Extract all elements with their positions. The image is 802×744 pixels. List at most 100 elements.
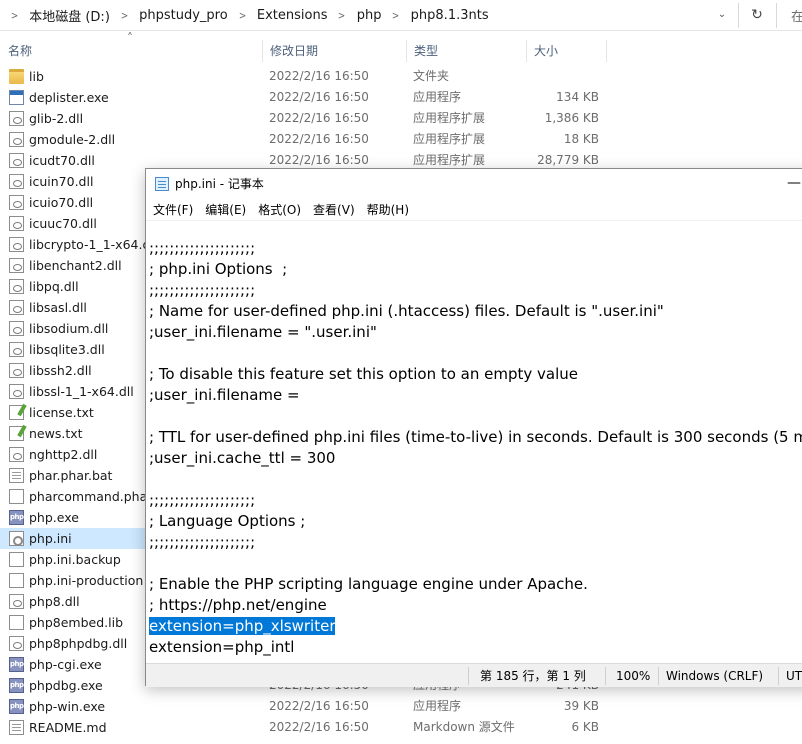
text-line[interactable]: ; Language Options ; [149, 511, 802, 532]
file-name[interactable]: README.md [29, 717, 257, 738]
file-row[interactable]: README.md 2022/2/16 16:50 Markdown 源文件 6 KB [0, 717, 802, 738]
text-line-content: ; Enable the PHP scripting language engi… [149, 575, 588, 593]
file-type: 文件夹 [413, 69, 450, 83]
text-line-content: ; php.ini Options ; [149, 260, 288, 278]
dll-icon [9, 195, 24, 210]
notepad-app-icon[interactable] [155, 177, 169, 191]
minimize-button[interactable]: — [774, 169, 802, 200]
notepad-file-icon [9, 405, 24, 420]
chevron-right-icon[interactable]: > [234, 9, 251, 22]
text-editor-area[interactable]: ;;;;;;;;;;;;;;;;;;;;; ; php.ini Options ;… [146, 221, 802, 663]
selected-text-line[interactable]: extension=php_xlswriter [149, 616, 802, 637]
dll-icon [9, 279, 24, 294]
menu-edit[interactable]: 编辑(E) [200, 200, 251, 220]
text-line-content: extension=php_xlswriter [149, 617, 336, 635]
chevron-right-icon[interactable]: > [116, 9, 133, 22]
file-type: 应用程序扩展 [413, 111, 486, 125]
file-row[interactable]: php php-win.exe 2022/2/16 16:50 应用程序 39 KB [0, 696, 802, 717]
address-bar[interactable]: > 本地磁盘 (D:) > phpstudy_pro > Extensions … [0, 0, 802, 31]
markdown-file-icon [9, 720, 24, 735]
text-content[interactable]: ;;;;;;;;;;;;;;;;;;;;; ; php.ini Options ;… [149, 238, 802, 658]
text-line-content: ; To disable this feature set this optio… [149, 365, 579, 383]
text-line[interactable] [149, 469, 802, 490]
text-line[interactable]: ;user_ini.filename = [149, 385, 802, 406]
column-header-size[interactable]: 大小 [526, 38, 606, 64]
folder-icon [9, 69, 24, 84]
dll-icon [9, 132, 24, 147]
text-line[interactable] [149, 343, 802, 364]
menu-view[interactable]: 查看(V) [308, 200, 360, 220]
search-input[interactable]: 在 [791, 6, 802, 25]
file-name[interactable]: glib-2.dll [29, 108, 257, 129]
file-row[interactable]: deplister.exe 2022/2/16 16:50 应用程序 134 KB [0, 87, 802, 108]
text-line[interactable]: ;user_ini.filename = ".user.ini" [149, 322, 802, 343]
file-row[interactable]: gmodule-2.dll 2022/2/16 16:50 应用程序扩展 18 KB [0, 129, 802, 150]
bat-icon [9, 468, 24, 483]
text-line[interactable]: ; php.ini Options ; [149, 259, 802, 280]
chevron-right-icon[interactable]: > [334, 9, 351, 22]
breadcrumb-item-extensions[interactable]: Extensions [253, 8, 332, 23]
file-type: 应用程序扩展 [413, 132, 486, 146]
refresh-icon[interactable]: ↻ [746, 4, 768, 26]
file-modified-date: 2022/2/16 16:50 [269, 699, 369, 713]
chevron-right-icon[interactable]: > [6, 9, 23, 22]
file-row[interactable]: glib-2.dll 2022/2/16 16:50 应用程序扩展 1,386 KB [0, 108, 802, 129]
text-line[interactable]: ; https://php.net/engine [149, 595, 802, 616]
breadcrumb-item-php813nts[interactable]: php8.1.3nts [407, 8, 493, 23]
text-line-content: ;;;;;;;;;;;;;;;;;;;;; [149, 491, 256, 509]
menu-bar: 文件(F) 编辑(E) 格式(O) 查看(V) 帮助(H) [146, 200, 802, 220]
php-icon: php [9, 699, 24, 714]
menu-help[interactable]: 帮助(H) [362, 200, 414, 220]
text-line-content: ;user_ini.filename = ".user.ini" [149, 323, 377, 341]
column-header-type[interactable]: 类型 [406, 38, 526, 64]
breadcrumb-item-drive[interactable]: 本地磁盘 (D:) [25, 6, 114, 25]
column-header-row: ˄ 名称 修改日期 类型 大小 [0, 31, 802, 64]
text-line-content: ; Language Options ; [149, 512, 306, 530]
chevron-down-icon[interactable]: ⌄ [714, 7, 730, 23]
text-line[interactable]: ; TTL for user-defined php.ini files (ti… [149, 427, 802, 448]
notepad-window[interactable]: php.ini - 记事本 — 文件(F) 编辑(E) 格式(O) 查看(V) … [145, 168, 802, 687]
title-bar[interactable]: php.ini - 记事本 — [146, 169, 802, 200]
file-modified-date: 2022/2/16 16:50 [269, 69, 369, 83]
text-line[interactable]: ;user_ini.cache_ttl = 300 [149, 448, 802, 469]
text-line-content: ; https://php.net/engine [149, 596, 327, 614]
text-line[interactable]: ;;;;;;;;;;;;;;;;;;;;; [149, 490, 802, 511]
file-icon [9, 552, 24, 567]
dll-icon [9, 111, 24, 126]
breadcrumb-item-php[interactable]: php [353, 8, 386, 23]
text-line[interactable]: extension=php_intl [149, 637, 802, 658]
dll-icon [9, 384, 24, 399]
file-name[interactable]: php-win.exe [29, 696, 257, 717]
file-row[interactable]: lib 2022/2/16 16:50 文件夹 [0, 66, 802, 87]
column-divider[interactable] [606, 40, 607, 62]
file-name[interactable]: deplister.exe [29, 87, 257, 108]
dll-icon [9, 258, 24, 273]
text-line[interactable]: ; Enable the PHP scripting language engi… [149, 574, 802, 595]
text-line-content: ; Name for user-defined php.ini (.htacce… [149, 302, 664, 320]
dll-icon [9, 363, 24, 378]
file-size: 39 KB [563, 699, 599, 713]
column-header-date[interactable]: 修改日期 [262, 38, 406, 64]
column-header-name[interactable]: 名称 [0, 38, 262, 64]
text-line-content: ;;;;;;;;;;;;;;;;;;;;; [149, 533, 256, 551]
file-name[interactable]: lib [29, 66, 257, 87]
text-line[interactable] [149, 553, 802, 574]
text-line-content: ;;;;;;;;;;;;;;;;;;;;; [149, 239, 256, 257]
breadcrumb-item-phpstudy[interactable]: phpstudy_pro [135, 8, 232, 23]
file-name[interactable]: gmodule-2.dll [29, 129, 257, 150]
file-icon [9, 489, 24, 504]
menu-format[interactable]: 格式(O) [253, 200, 306, 220]
text-line[interactable]: ;;;;;;;;;;;;;;;;;;;;; [149, 532, 802, 553]
menu-file[interactable]: 文件(F) [148, 200, 198, 220]
text-line[interactable]: ;;;;;;;;;;;;;;;;;;;;; [149, 280, 802, 301]
file-modified-date: 2022/2/16 16:50 [269, 132, 369, 146]
text-line[interactable] [149, 406, 802, 427]
text-line[interactable]: ; To disable this feature set this optio… [149, 364, 802, 385]
text-line[interactable]: ; Name for user-defined php.ini (.htacce… [149, 301, 802, 322]
zoom-level: 100% [616, 669, 651, 683]
text-line[interactable]: ;;;;;;;;;;;;;;;;;;;;; [149, 238, 802, 259]
window-title: php.ini - 记事本 [175, 177, 264, 191]
dll-icon [9, 636, 24, 651]
divider [658, 667, 659, 685]
chevron-right-icon[interactable]: > [388, 9, 405, 22]
